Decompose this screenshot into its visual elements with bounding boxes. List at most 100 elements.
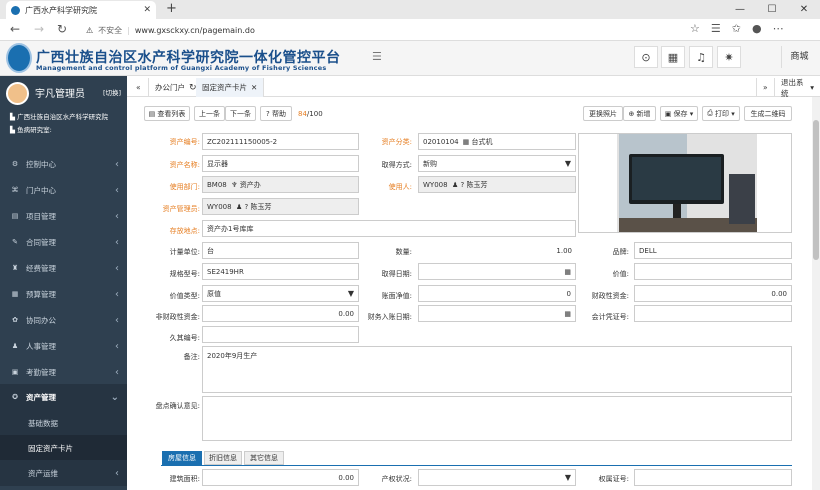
gear-icon[interactable]: ✷ — [717, 46, 741, 68]
sidebar-item-contracts[interactable]: ✎ 合同管理 ‹ — [0, 229, 127, 255]
location-label: 存放地点: — [169, 227, 200, 235]
favorites-icon[interactable]: ✩ — [732, 22, 741, 35]
qty-field[interactable]: 1.00 — [418, 242, 576, 259]
entry-date-label: 财务入账日期: — [367, 313, 412, 321]
voucher-field[interactable] — [634, 305, 792, 322]
generate-qrcode-button[interactable]: 生成二维码 — [744, 106, 792, 121]
prev-button[interactable]: 上一条 — [194, 106, 225, 121]
profile-icon[interactable]: ● — [752, 22, 762, 35]
collections-icon[interactable]: ☰ — [711, 22, 721, 35]
sidebar-item-label: 人事管理 — [26, 341, 56, 351]
avatar — [6, 82, 29, 105]
model-field[interactable]: SE2419HR — [202, 263, 359, 280]
remark-label: 备注: — [183, 353, 200, 361]
cert-field[interactable] — [634, 469, 792, 486]
manager-field[interactable]: WY008 ♟ ? 陈玉芳 — [202, 198, 359, 215]
print-button[interactable]: ⎙ 打印 ▾ — [702, 106, 740, 121]
value-type-select[interactable]: 原值 ▼ — [202, 285, 359, 302]
asset-no-field[interactable]: ZC202111150005-2 — [202, 133, 359, 150]
question-circle-icon[interactable]: ? — [461, 181, 465, 189]
asset-name-field[interactable]: 显示器 — [202, 155, 359, 172]
remark-field[interactable]: 2020年9月生产 — [202, 346, 792, 393]
sidebar-item-budget[interactable]: ▦ 预算管理 ‹ — [0, 281, 127, 307]
next-button[interactable]: 下一条 — [225, 106, 256, 121]
chevron-left-icon: ‹ — [115, 262, 119, 274]
sidebar-item-funds[interactable]: ♜ 经费管理 ‹ — [0, 255, 127, 281]
user-field[interactable]: WY008 ♟ ? 陈玉芳 — [418, 176, 576, 193]
tab-depreciation-info[interactable]: 折旧信息 — [204, 451, 242, 465]
sidebar-item-office[interactable]: ✿ 协同办公 ‹ — [0, 307, 127, 333]
sidebar-item-hr[interactable]: ♟ 人事管理 ‹ — [0, 333, 127, 359]
add-button[interactable]: ⊕ 新增 — [623, 106, 656, 121]
question-circle-icon[interactable]: ? — [245, 203, 249, 211]
acq-method-select[interactable]: 新购 ▼ — [418, 155, 576, 172]
acq-date-field[interactable]: ▦ — [418, 263, 576, 280]
use-dept-label: 使用部门: — [169, 183, 200, 191]
sidebar-item-attendance[interactable]: ▣ 考勤管理 ‹ — [0, 359, 127, 385]
minimize-icon[interactable]: — — [724, 0, 756, 19]
sidebar-item-control-center[interactable]: ⚙ 控制中心 ‹ — [0, 151, 127, 177]
caret-down-icon: ▼ — [564, 159, 571, 168]
add-icon: ⊕ — [628, 109, 635, 118]
tab-asset-card[interactable]: 固定资产卡片 ✕ — [196, 78, 265, 97]
inventory-field[interactable] — [202, 396, 792, 441]
question-icon: ? — [266, 109, 270, 118]
close-window-icon[interactable]: ✕ — [788, 0, 820, 19]
unit-field[interactable]: 台 — [202, 242, 359, 259]
nonfiscal-field[interactable]: 0.00 — [202, 305, 359, 322]
net-value-field[interactable]: 0 — [418, 285, 576, 302]
sidebar-item-basic-data[interactable]: 基础数据 — [0, 410, 127, 436]
chevron-left-icon: ‹ — [115, 366, 119, 378]
property-select[interactable]: ▼ — [418, 469, 576, 486]
help-button[interactable]: ? 帮助 — [260, 106, 292, 121]
sidebar-item-assets[interactable]: ✪ 资产管理 ⌄ — [0, 384, 127, 410]
close-tab-icon[interactable]: ✕ — [143, 5, 151, 15]
fiscal-label: 财政性资金: — [591, 292, 629, 300]
people-icon[interactable]: ♟ — [236, 203, 242, 211]
sidebar-item-projects[interactable]: ▤ 项目管理 ‹ — [0, 203, 127, 229]
brand-field[interactable]: DELL — [634, 242, 792, 259]
maximize-icon[interactable]: ☐ — [756, 0, 788, 19]
tab-other-info[interactable]: 其它信息 — [244, 451, 284, 465]
org-tree-icon[interactable]: ♆ — [231, 181, 237, 189]
star-icon[interactable]: ☆ — [690, 22, 700, 35]
browser-tab[interactable]: 广西水产科学研究院 ✕ — [6, 1, 156, 19]
tabs-scroll-right-icon[interactable]: » — [756, 78, 774, 97]
mall-button[interactable]: 商城 — [781, 46, 817, 68]
bell-icon[interactable]: ♫ — [689, 46, 713, 68]
user-code: WY008 — [423, 180, 448, 189]
location-field[interactable]: 资产办1号库库 — [202, 220, 576, 237]
old-no-field[interactable] — [202, 326, 359, 343]
remark-value: 2020年9月生产 — [207, 352, 258, 360]
value-field[interactable] — [634, 263, 792, 280]
view-list-button[interactable]: ▤ 查看列表 — [144, 106, 190, 121]
close-tab-icon[interactable]: ✕ — [251, 83, 257, 92]
new-tab-button[interactable]: + — [166, 1, 177, 16]
logout-button[interactable]: 退出系统 ▾ — [774, 78, 820, 98]
sidebar-item-asset-maintenance[interactable]: 资产运维 ‹ — [0, 460, 127, 486]
search-icon[interactable]: ▦ — [463, 138, 470, 146]
screenshot-icon[interactable]: ⊙ — [634, 46, 658, 68]
people-icon[interactable]: ♟ — [452, 181, 458, 189]
switch-user-link[interactable]: [切换] — [103, 87, 121, 97]
menu-toggle-icon[interactable]: ☰ — [372, 50, 382, 63]
qrcode-icon[interactable]: ▦ — [661, 46, 685, 68]
asset-class-field[interactable]: 02010104 ▦ 台式机 — [418, 133, 576, 150]
use-dept-field[interactable]: BM08 ♆ 资产办 — [202, 176, 359, 193]
save-button[interactable]: ▣ 保存 ▾ — [660, 106, 698, 121]
chevron-left-icon: ‹ — [115, 314, 119, 326]
sidebar-item-portal[interactable]: ⌘ 门户中心 ‹ — [0, 177, 127, 203]
back-icon[interactable]: ← — [10, 22, 20, 36]
entry-date-field[interactable]: ▦ — [418, 305, 576, 322]
scrollbar-thumb[interactable] — [813, 120, 819, 260]
url-field[interactable]: ⚠ 不安全 | www.gxsckxy.cn/pagemain.do — [86, 22, 706, 38]
change-photo-button[interactable]: 更换照片 — [583, 106, 623, 121]
sidebar-item-asset-card[interactable]: 固定资产卡片 — [0, 435, 127, 461]
forward-icon[interactable]: → — [34, 22, 44, 36]
more-icon[interactable]: ⋯ — [773, 22, 784, 35]
tab-house-info[interactable]: 房屋信息 — [162, 451, 202, 465]
tabs-scroll-left-icon[interactable]: « — [130, 78, 147, 97]
refresh-icon[interactable]: ↻ — [57, 22, 67, 36]
fiscal-field[interactable]: 0.00 — [634, 285, 792, 302]
area-field[interactable]: 0.00 — [202, 469, 359, 486]
